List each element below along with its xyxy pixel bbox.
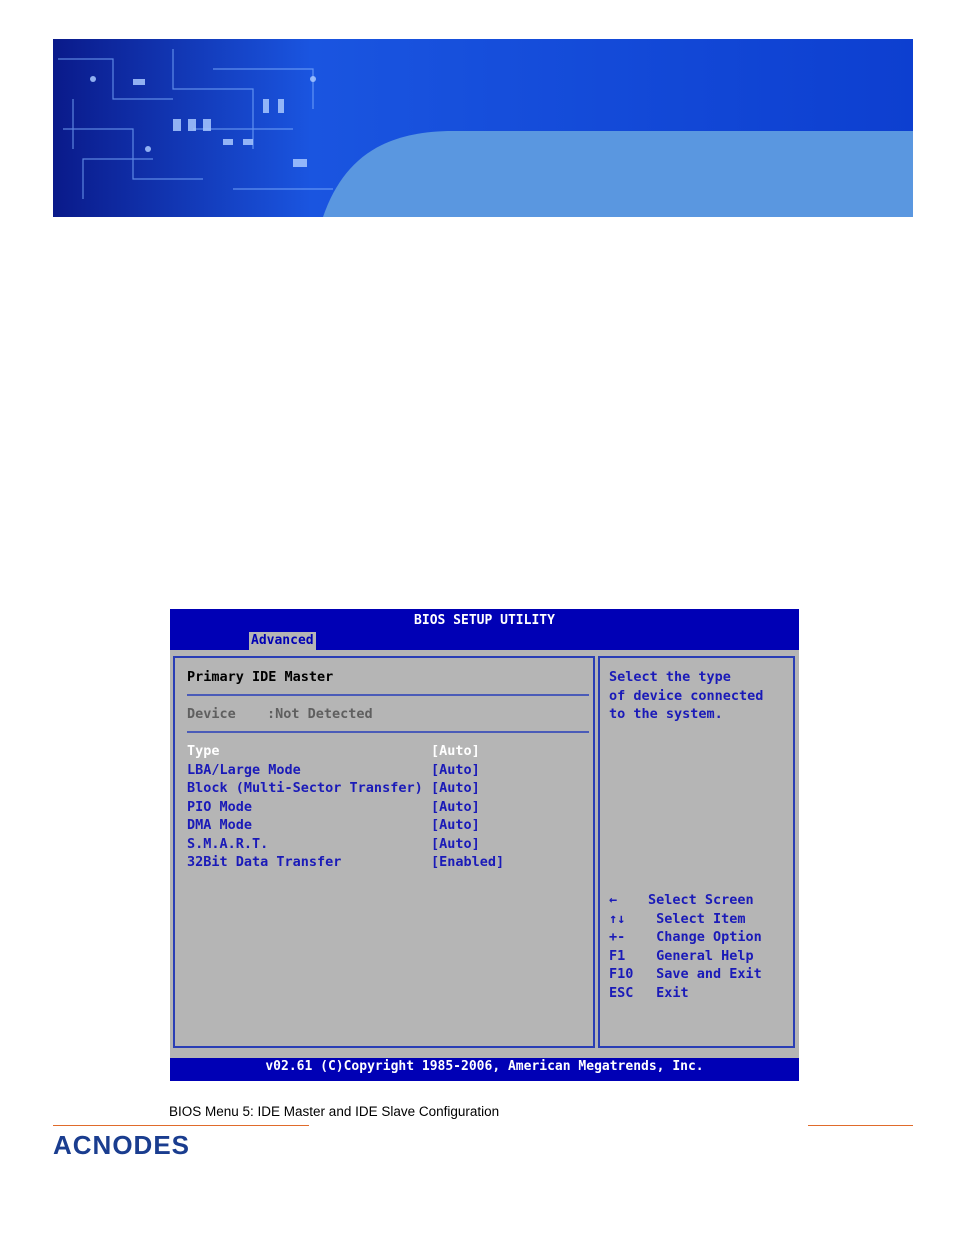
bios-title: BIOS SETUP UTILITY <box>414 613 555 628</box>
tab-advanced[interactable]: Advanced <box>249 632 316 650</box>
acnodes-logo: ACNODES <box>53 1130 191 1160</box>
option-block-label[interactable]: Block (Multi-Sector Transfer) <box>187 779 423 797</box>
help-line: Select the type <box>609 669 731 685</box>
bios-screenshot: BIOS SETUP UTILITY Advanced Primary IDE … <box>170 609 799 1081</box>
figure-caption: BIOS Menu 5: IDE Master and IDE Slave Co… <box>169 1104 500 1119</box>
footer-rule-left <box>53 1125 309 1126</box>
option-block-value[interactable]: [Auto] <box>431 779 480 797</box>
key-select-item-action: Select Item <box>648 910 746 927</box>
option-lba-label[interactable]: LBA/Large Mode <box>187 761 301 779</box>
bios-copyright: v02.61 (C)Copyright 1985-2006, American … <box>265 1059 704 1074</box>
divider <box>187 731 589 733</box>
help-pane: Select the type of device connected to t… <box>598 656 795 1048</box>
key-general-help-action: General Help <box>648 947 754 964</box>
option-type-label[interactable]: Type <box>187 742 220 760</box>
option-dma-value[interactable]: [Auto] <box>431 816 480 834</box>
option-dma-label[interactable]: DMA Mode <box>187 816 252 834</box>
key-select-item: ↑↓ <box>609 910 626 927</box>
key-exit-action: Exit <box>648 984 689 1001</box>
divider <box>187 694 589 696</box>
option-32bit-label[interactable]: 32Bit Data Transfer <box>187 853 341 871</box>
option-pio-label[interactable]: PIO Mode <box>187 798 252 816</box>
option-type-value[interactable]: [Auto] <box>431 742 480 760</box>
header-banner <box>53 39 913 217</box>
help-line: to the system. <box>609 706 723 722</box>
key-select-screen: ← <box>609 892 618 908</box>
circuit-board-graphic <box>53 39 913 217</box>
help-line: of device connected <box>609 687 764 704</box>
key-select-screen-action: Select Screen <box>648 892 754 908</box>
settings-pane: Primary IDE Master Device :Not Detected … <box>173 656 595 1048</box>
key-save-exit-action: Save and Exit <box>648 966 762 982</box>
option-smart-value[interactable]: [Auto] <box>431 835 480 853</box>
device-label: Device <box>187 706 236 722</box>
key-change-option: +- <box>609 929 626 945</box>
footer-rule-right <box>808 1125 913 1126</box>
option-smart-label[interactable]: S.M.A.R.T. <box>187 835 268 853</box>
section-title: Primary IDE Master <box>187 669 334 685</box>
key-save-exit: F10 <box>609 966 634 982</box>
option-lba-value[interactable]: [Auto] <box>431 761 480 779</box>
key-exit: ESC <box>609 984 634 1001</box>
option-pio-value[interactable]: [Auto] <box>431 798 480 816</box>
key-change-option-action: Change Option <box>648 929 762 945</box>
option-32bit-value[interactable]: [Enabled] <box>431 853 504 871</box>
bios-main-panel: Primary IDE Master Device :Not Detected … <box>170 650 799 1058</box>
device-value: :Not Detected <box>267 706 373 722</box>
key-general-help: F1 <box>609 947 626 964</box>
